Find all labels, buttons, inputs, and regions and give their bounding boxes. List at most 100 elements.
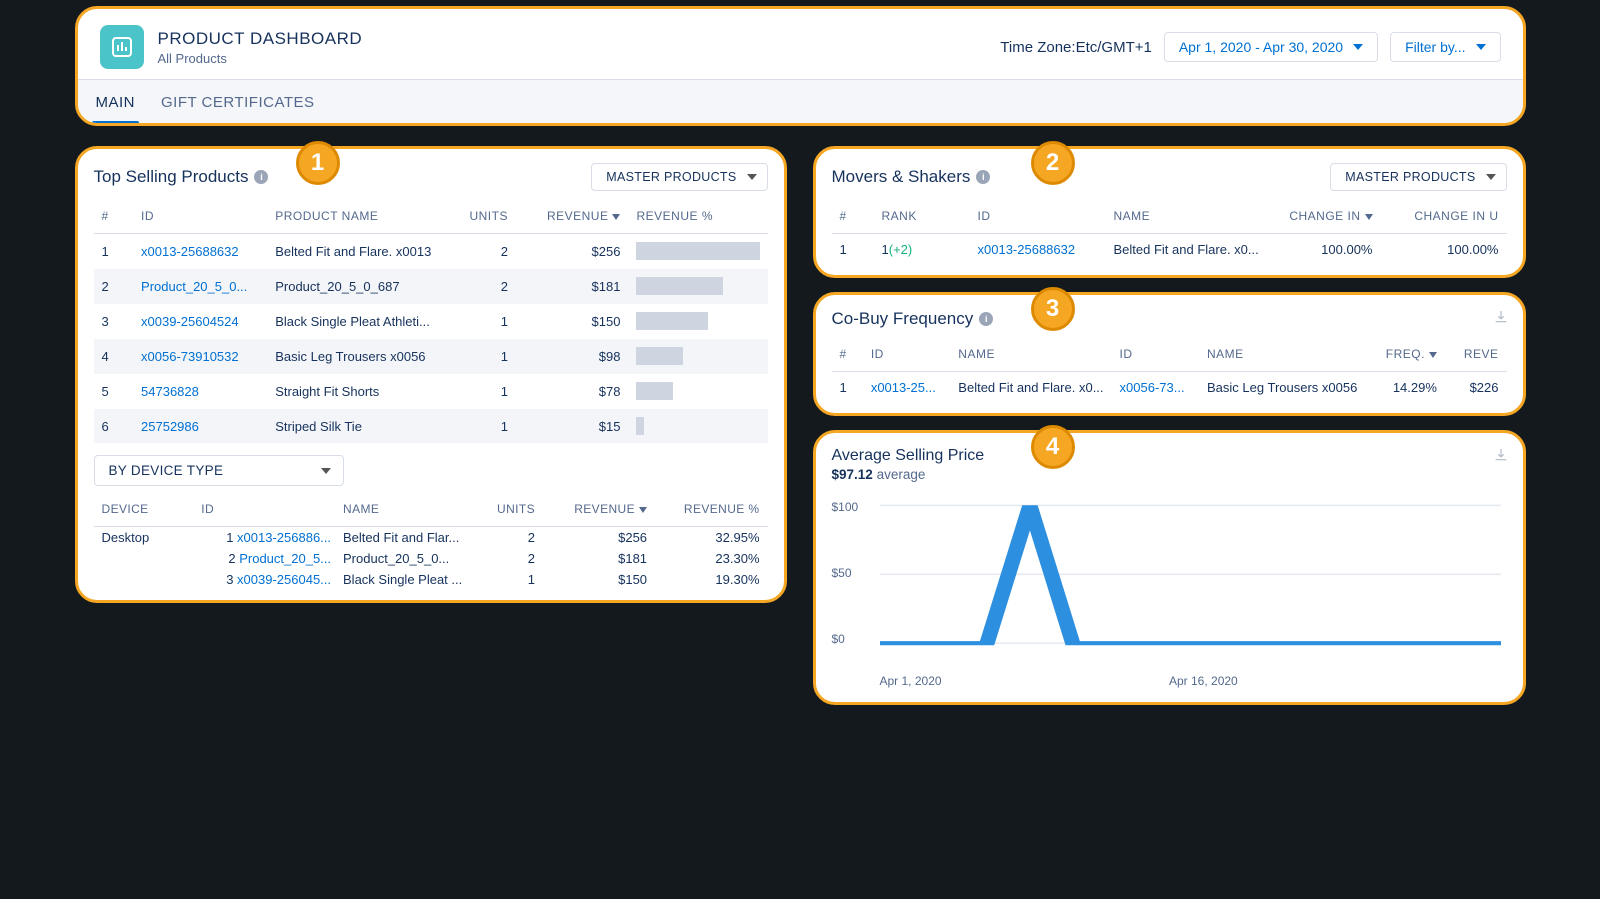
page-title: PRODUCT DASHBOARD <box>158 29 363 49</box>
product-link[interactable]: Product_20_5... <box>239 551 331 566</box>
line-plot <box>880 492 1501 660</box>
col-name[interactable]: NAME <box>1106 199 1276 234</box>
filter-label: Filter by... <box>1405 39 1465 55</box>
y-tick-0: $0 <box>832 632 845 646</box>
panel-top-selling: 1 Top Selling Products i MASTER PRODUCTS… <box>75 146 787 603</box>
device-type-select[interactable]: BY DEVICE TYPE <box>94 455 344 486</box>
table-row[interactable]: Desktop1 x0013-256886...Belted Fit and F… <box>94 527 768 549</box>
product-scope-select[interactable]: MASTER PRODUCTS <box>591 163 767 191</box>
product-link[interactable]: x0013-25... <box>871 380 936 395</box>
panel-title: Co-Buy Frequency <box>832 309 974 329</box>
top-selling-table: # ID PRODUCT NAME UNITS REVENUE REVENUE … <box>94 199 768 443</box>
col-change-u[interactable]: CHANGE IN U <box>1381 199 1507 234</box>
col-id1[interactable]: ID <box>863 337 950 372</box>
info-icon[interactable]: i <box>254 170 268 184</box>
sort-desc-icon <box>1365 214 1373 220</box>
product-scope-select[interactable]: MASTER PRODUCTS <box>1330 163 1506 191</box>
y-tick-100: $100 <box>832 500 859 514</box>
annotation-badge-1: 1 <box>296 141 340 185</box>
col-revenue[interactable]: REVENUE <box>516 199 629 234</box>
revenue-bar <box>636 347 683 365</box>
y-tick-50: $50 <box>832 566 852 580</box>
movers-table: # RANK ID NAME CHANGE IN CHANGE IN U 1 <box>832 199 1507 265</box>
col-product-name[interactable]: PRODUCT NAME <box>267 199 439 234</box>
filter-button[interactable]: Filter by... <box>1390 32 1500 62</box>
download-icon[interactable] <box>1493 447 1509 463</box>
product-link[interactable]: x0013-25688632 <box>141 244 239 259</box>
sort-desc-icon <box>1429 352 1437 358</box>
app-icon <box>100 25 144 69</box>
info-icon[interactable]: i <box>976 170 990 184</box>
chevron-down-icon <box>1353 44 1363 50</box>
chevron-down-icon <box>1486 174 1496 180</box>
avg-value: $97.12 <box>832 467 873 482</box>
tab-main[interactable]: MAIN <box>96 80 136 123</box>
table-row[interactable]: 1x0013-25688632Belted Fit and Flare. x00… <box>94 234 768 269</box>
product-link[interactable]: x0056-73910532 <box>141 349 239 364</box>
device-table: DEVICE ID NAME UNITS REVENUE REVENUE % D… <box>94 492 768 590</box>
tabs: MAIN GIFT CERTIFICATES <box>78 80 1523 123</box>
col-freq[interactable]: FREQ. <box>1365 337 1445 372</box>
date-range-label: Apr 1, 2020 - Apr 30, 2020 <box>1179 39 1343 55</box>
col-revenue[interactable]: REVENUE <box>543 492 655 527</box>
table-row[interactable]: 2 Product_20_5...Product_20_5_0...2$1812… <box>94 548 768 569</box>
col-idx[interactable]: # <box>94 199 134 234</box>
product-link[interactable]: 54736828 <box>141 384 199 399</box>
col-idx[interactable]: # <box>832 337 863 372</box>
revenue-bar <box>636 417 643 435</box>
timezone-label: Time Zone:Etc/GMT+1 <box>1000 39 1152 56</box>
product-link[interactable]: x0039-25604524 <box>141 314 239 329</box>
date-range-picker[interactable]: Apr 1, 2020 - Apr 30, 2020 <box>1164 32 1378 62</box>
col-units[interactable]: UNITS <box>470 492 543 527</box>
col-revenue-pct[interactable]: REVENUE % <box>628 199 767 234</box>
panel-avg-selling-price: 4 Average Selling Price $97.12 average $… <box>813 430 1526 705</box>
product-link[interactable]: Product_20_5_0... <box>141 279 247 294</box>
col-reve[interactable]: REVE <box>1445 337 1507 372</box>
panel-title: Average Selling Price <box>832 447 1507 465</box>
product-link[interactable]: 25752986 <box>141 419 199 434</box>
sort-desc-icon <box>639 507 647 513</box>
table-row[interactable]: 1 1(+2) x0013-25688632 Belted Fit and Fl… <box>832 234 1507 266</box>
table-row[interactable]: 554736828Straight Fit Shorts1$78 <box>94 374 768 409</box>
panel-movers-shakers: 2 Movers & Shakers i MASTER PRODUCTS # R… <box>813 146 1526 278</box>
col-idx[interactable]: # <box>832 199 874 234</box>
table-row[interactable]: 3x0039-25604524Black Single Pleat Athlet… <box>94 304 768 339</box>
tab-gift-certificates[interactable]: GIFT CERTIFICATES <box>161 80 315 123</box>
col-rank[interactable]: RANK <box>874 199 970 234</box>
table-row[interactable]: 1 x0013-25... Belted Fit and Flare. x0..… <box>832 372 1507 404</box>
avg-label: average <box>877 467 926 482</box>
col-name1[interactable]: NAME <box>950 337 1111 372</box>
table-row[interactable]: 2Product_20_5_0...Product_20_5_0_6872$18… <box>94 269 768 304</box>
col-name[interactable]: NAME <box>335 492 470 527</box>
panel-title: Movers & Shakers <box>832 167 971 187</box>
col-id[interactable]: ID <box>193 492 335 527</box>
download-icon[interactable] <box>1493 309 1509 325</box>
chevron-down-icon <box>747 174 757 180</box>
revenue-bar <box>636 242 759 260</box>
info-icon[interactable]: i <box>979 312 993 326</box>
col-name2[interactable]: NAME <box>1199 337 1365 372</box>
product-link[interactable]: x0013-256886... <box>237 530 331 545</box>
col-change-in[interactable]: CHANGE IN <box>1276 199 1381 234</box>
page-subtitle: All Products <box>158 51 363 66</box>
table-row[interactable]: 4x0056-73910532Basic Leg Trousers x00561… <box>94 339 768 374</box>
table-row[interactable]: 3 x0039-256045...Black Single Pleat ...1… <box>94 569 768 590</box>
col-device[interactable]: DEVICE <box>94 492 194 527</box>
chevron-down-icon <box>1476 44 1486 50</box>
product-link[interactable]: x0056-73... <box>1120 380 1185 395</box>
revenue-bar <box>636 382 673 400</box>
revenue-bar <box>636 277 722 295</box>
table-row[interactable]: 625752986Striped Silk Tie1$15 <box>94 409 768 444</box>
header-region: PRODUCT DASHBOARD All Products Time Zone… <box>75 6 1526 126</box>
product-link[interactable]: x0039-256045... <box>237 572 331 587</box>
col-units[interactable]: UNITS <box>439 199 516 234</box>
col-id2[interactable]: ID <box>1112 337 1199 372</box>
chevron-down-icon <box>321 468 331 474</box>
product-link[interactable]: x0013-25688632 <box>978 242 1076 257</box>
col-id[interactable]: ID <box>133 199 267 234</box>
co-buy-table: # ID NAME ID NAME FREQ. REVE 1 x0013- <box>832 337 1507 403</box>
col-revenue-pct[interactable]: REVENUE % <box>655 492 767 527</box>
col-id[interactable]: ID <box>970 199 1106 234</box>
panel-co-buy: 3 Co-Buy Frequency i # ID NAME ID NAME <box>813 292 1526 416</box>
annotation-badge-4: 4 <box>1031 425 1075 469</box>
